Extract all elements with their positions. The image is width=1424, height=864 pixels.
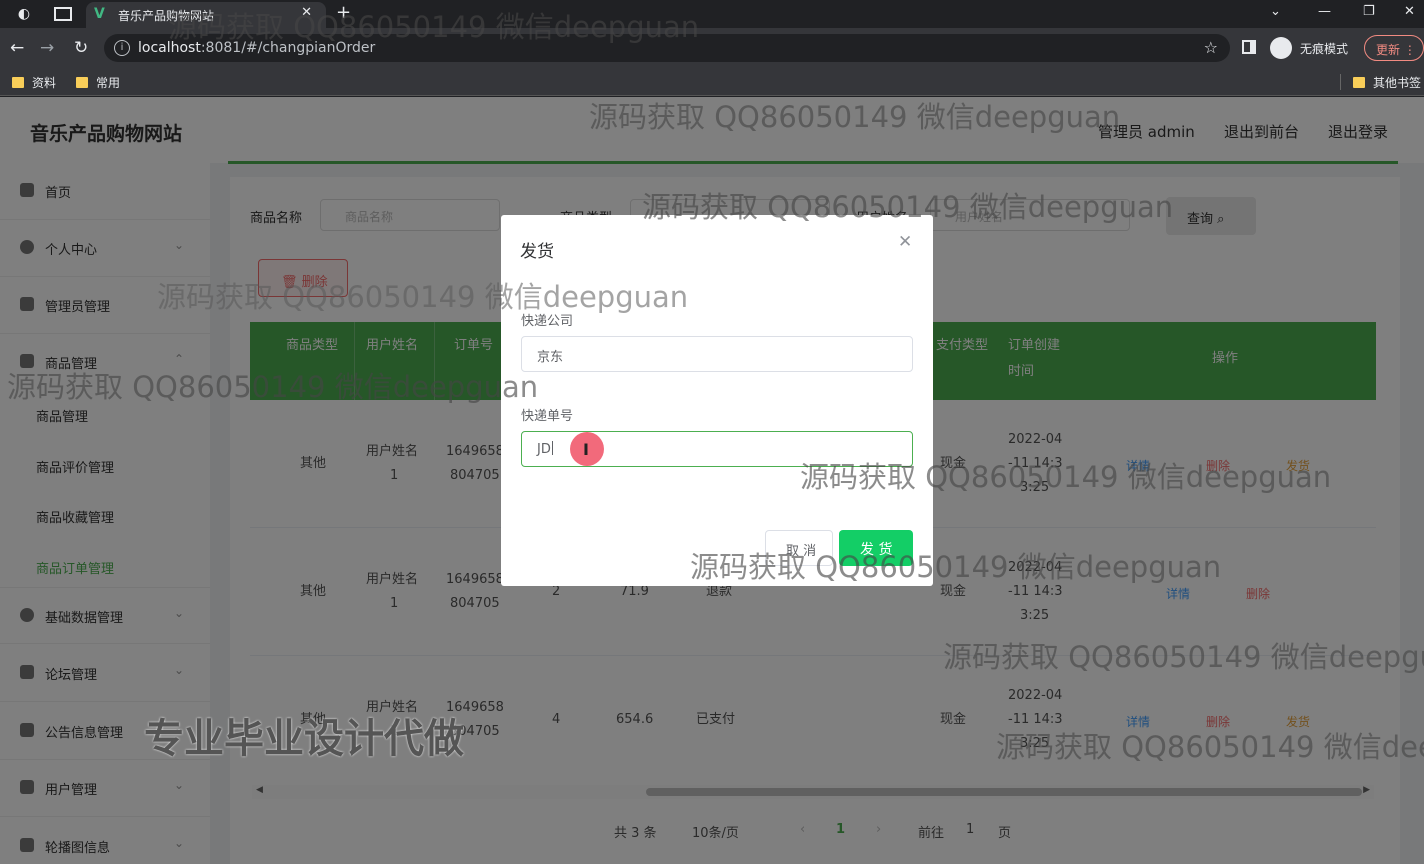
restore-icon[interactable]: ❐ bbox=[1363, 4, 1375, 19]
reload-icon[interactable]: ↻ bbox=[74, 38, 88, 58]
new-tab-icon[interactable]: + bbox=[336, 2, 351, 23]
browser-tabbar: ◐ V 音乐产品购物网站 ✕ + ⌄ — ❐ ✕ bbox=[0, 0, 1424, 28]
incognito-label: 无痕模式 bbox=[1300, 42, 1349, 56]
forward-icon[interactable]: → bbox=[40, 38, 54, 58]
bookmark-label: 常用 bbox=[96, 76, 121, 90]
company-label: 快递公司 bbox=[521, 314, 574, 329]
minimize-icon[interactable]: — bbox=[1318, 4, 1331, 19]
tracking-label: 快递单号 bbox=[521, 409, 574, 424]
browser-menu-icon[interactable]: ◐ bbox=[16, 6, 32, 22]
bookmark-other[interactable]: 其他书签 bbox=[1353, 74, 1421, 91]
tab-search-icon[interactable] bbox=[54, 7, 72, 21]
incognito-avatar-icon bbox=[1270, 37, 1292, 59]
url-text: localhost:8081/#/changpianOrder bbox=[138, 40, 375, 56]
tab-title: 音乐产品购物网站 bbox=[118, 9, 215, 23]
site-info-icon[interactable]: i bbox=[114, 40, 130, 56]
bookmark-changyong[interactable]: 常用 bbox=[76, 74, 120, 91]
tracking-value: JD bbox=[537, 442, 551, 457]
folder-icon bbox=[1353, 77, 1365, 88]
confirm-label: 发 货 bbox=[860, 542, 893, 558]
screen: { "browser": { "tab_title": "音乐产品购物网站", … bbox=[0, 0, 1424, 864]
vue-logo-icon: V bbox=[94, 6, 105, 22]
browser-tab[interactable]: V 音乐产品购物网站 ✕ bbox=[86, 2, 326, 28]
window-close-icon[interactable]: ✕ bbox=[1404, 4, 1415, 19]
close-icon[interactable]: ✕ bbox=[898, 232, 912, 252]
bookmarks-bar: 资料 常用 其他书签 bbox=[0, 68, 1424, 96]
tab-close-icon[interactable]: ✕ bbox=[301, 5, 312, 20]
cancel-button[interactable]: 取 消 bbox=[765, 530, 833, 566]
bookmark-label: 其他书签 bbox=[1373, 76, 1422, 90]
bookmark-separator bbox=[1340, 74, 1341, 90]
side-panel-icon[interactable] bbox=[1242, 40, 1256, 54]
cancel-label: 取 消 bbox=[786, 544, 817, 559]
url-path: :8081/#/changpianOrder bbox=[200, 40, 376, 56]
ship-confirm-button[interactable]: 发 货 bbox=[839, 530, 913, 566]
ad-watermark: 专业毕业设计代做 bbox=[144, 716, 464, 762]
bookmark-label: 资料 bbox=[32, 76, 57, 90]
back-icon[interactable]: ← bbox=[10, 38, 24, 58]
text-cursor-icon: I bbox=[583, 440, 589, 459]
update-label: 更新 bbox=[1376, 43, 1401, 57]
company-value: 京东 bbox=[537, 350, 564, 365]
dialog-title: 发货 bbox=[520, 242, 554, 262]
tab-list-chevron-icon[interactable]: ⌄ bbox=[1270, 4, 1281, 19]
bookmark-ziliao[interactable]: 资料 bbox=[12, 74, 56, 91]
update-button[interactable]: 更新 ⋮ bbox=[1364, 35, 1424, 61]
company-field[interactable]: 京东 bbox=[521, 336, 913, 372]
folder-icon bbox=[76, 77, 88, 88]
browser-toolbar: ← → ↻ i localhost:8081/#/changpianOrder … bbox=[0, 28, 1424, 68]
text-caret bbox=[551, 441, 553, 455]
folder-icon bbox=[12, 77, 24, 88]
url-host: localhost bbox=[138, 40, 201, 56]
ship-dialog: 发货 ✕ 快递公司 京东 快递单号 JD 取 消 发 货 bbox=[501, 215, 933, 586]
bookmark-star-icon[interactable]: ☆ bbox=[1204, 38, 1218, 57]
address-bar[interactable]: i localhost:8081/#/changpianOrder ☆ bbox=[104, 34, 1230, 62]
